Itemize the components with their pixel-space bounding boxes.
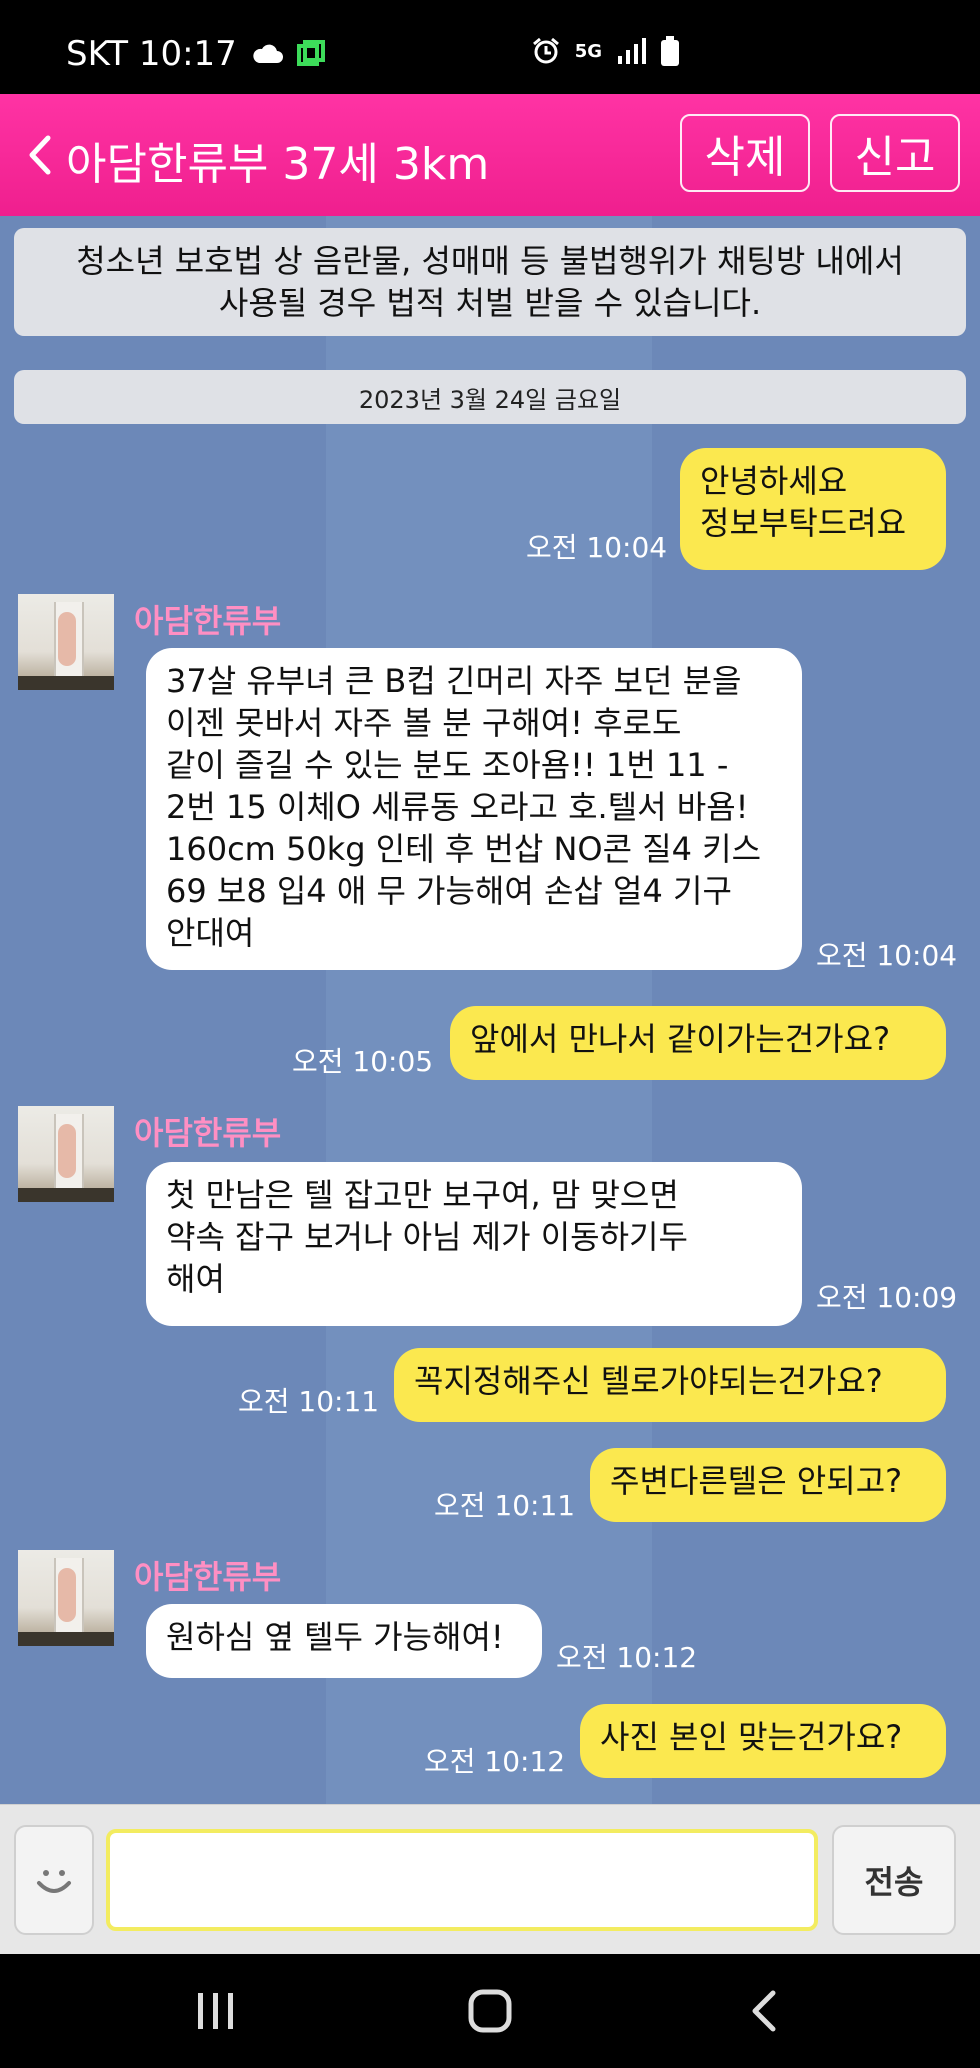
report-button[interactable]: 신고 (830, 114, 960, 192)
message-input[interactable] (106, 1829, 818, 1931)
message-time: 오전 10:05 (292, 1045, 434, 1078)
other-message-bubble[interactable]: 첫 만남은 텔 잡고만 보구여, 맘 맞으면 약속 잡구 보거나 아님 제가 이… (146, 1162, 802, 1326)
sender-name: 아담한류부 (134, 1114, 282, 1152)
system-nav-bar (0, 1954, 980, 2068)
message-time: 오전 10:11 (238, 1385, 380, 1418)
chat-title: 아담한류부 37세 3km (66, 139, 490, 190)
avatar[interactable] (18, 1106, 114, 1202)
back-arrow-icon[interactable] (22, 130, 56, 180)
message-time: 오전 10:04 (526, 531, 668, 564)
battery-icon (661, 36, 679, 66)
send-button[interactable]: 전송 (832, 1825, 956, 1935)
app-notification-icon (296, 40, 325, 66)
message-time: 오전 10:12 (556, 1641, 698, 1674)
signal-icon (618, 38, 646, 64)
home-button[interactable] (460, 1984, 520, 2038)
my-message-bubble[interactable]: 안녕하세요 정보부탁드려요 (680, 448, 946, 570)
other-message-bubble[interactable]: 37살 유부녀 큰 B컵 긴머리 자주 보던 분을 이젠 못바서 자주 볼 분 … (146, 648, 802, 970)
alarm-icon (532, 37, 559, 64)
recent-apps-button[interactable] (186, 1984, 246, 2038)
emoji-button[interactable] (14, 1825, 94, 1935)
avatar[interactable] (18, 1550, 114, 1646)
legal-notice: 청소년 보호법 상 음란물, 성매매 등 불법행위가 채팅방 내에서 사용될 경… (14, 228, 966, 336)
message-time: 오전 10:04 (816, 939, 958, 972)
delete-button[interactable]: 삭제 (680, 114, 810, 192)
cloud-icon (253, 44, 283, 63)
smiley-icon (37, 1870, 71, 1893)
network-type: 5G (574, 40, 602, 62)
message-time: 오전 10:09 (816, 1281, 958, 1314)
chat-area[interactable]: 청소년 보호법 상 음란물, 성매매 등 불법행위가 채팅방 내에서 사용될 경… (0, 216, 980, 1804)
home-icon (468, 1989, 512, 2033)
my-message-bubble[interactable]: 주변다른텔은 안되고? (590, 1448, 946, 1522)
other-message-bubble[interactable]: 원하심 옆 텔두 가능해여! (146, 1604, 542, 1678)
sender-name: 아담한류부 (134, 1558, 282, 1596)
my-message-bubble[interactable]: 꼭지정해주신 텔로가야되는건가요? (394, 1348, 946, 1422)
sender-name: 아담한류부 (134, 602, 282, 640)
message-time: 오전 10:11 (434, 1489, 576, 1522)
message-input-bar: 전송 (0, 1804, 980, 1955)
chat-header: 아담한류부 37세 3km 삭제 신고 (0, 94, 980, 216)
recent-apps-icon (198, 1993, 233, 2029)
message-time: 오전 10:12 (424, 1745, 566, 1778)
date-divider: 2023년 3월 24일 금요일 (14, 370, 966, 424)
nav-back-icon (752, 1990, 776, 2032)
my-message-bubble[interactable]: 앞에서 만나서 같이가는건가요? (450, 1006, 946, 1080)
avatar[interactable] (18, 594, 114, 690)
my-message-bubble[interactable]: 사진 본인 맞는건가요? (580, 1704, 946, 1778)
status-bar: SKT 10:17 5G (0, 0, 980, 94)
carrier-time: SKT 10:17 (66, 34, 237, 74)
back-button[interactable] (734, 1984, 794, 2038)
